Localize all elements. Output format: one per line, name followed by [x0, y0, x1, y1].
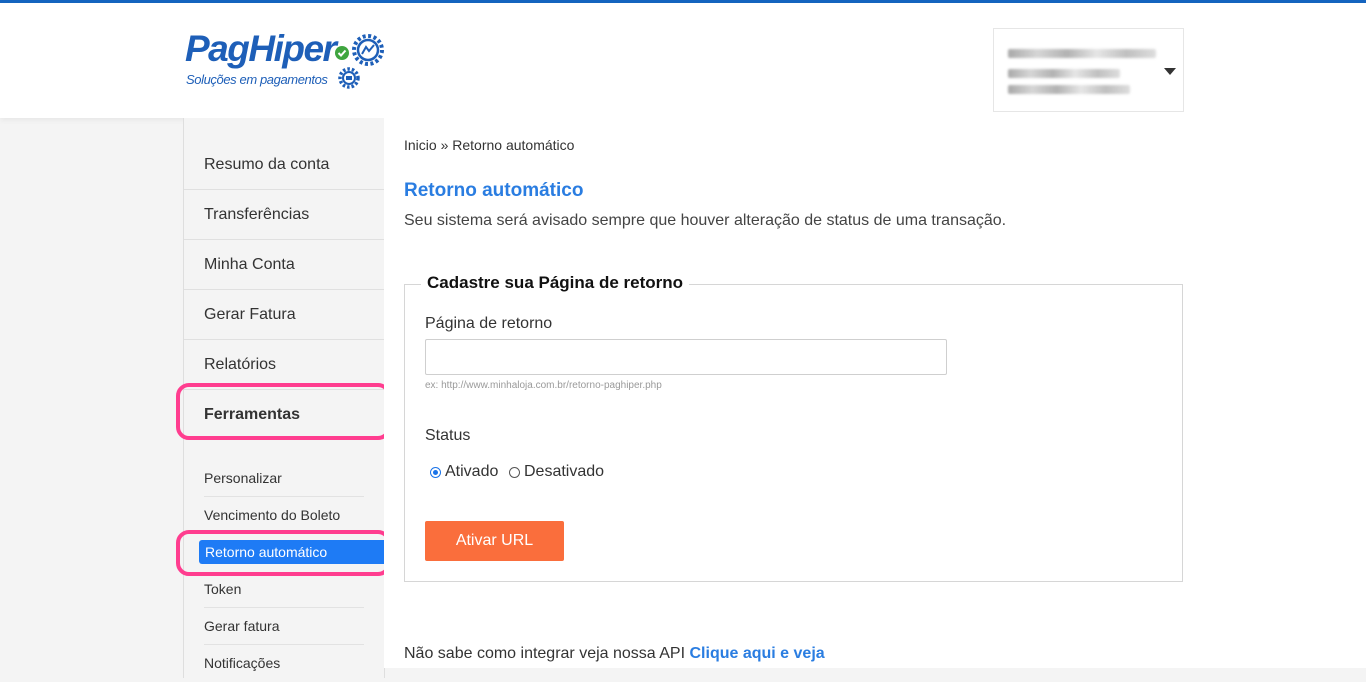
- sidebar-item-resumo-da-conta[interactable]: Resumo da conta: [184, 140, 384, 190]
- radio-unchecked-icon[interactable]: [509, 466, 520, 478]
- paghiper-logo[interactable]: PagHiper Soluções em pagamentos: [185, 29, 395, 99]
- page-description: Seu sistema será avisado sempre que houv…: [404, 212, 1007, 229]
- url-field-label: Página de retorno: [425, 315, 553, 332]
- page-title: Retorno automático: [404, 180, 584, 201]
- logo-wordmark: PagHiper: [185, 28, 337, 69]
- status-option-desativado-label: Desativado: [524, 463, 605, 480]
- status-option-desativado[interactable]: Desativado: [509, 463, 604, 481]
- header: PagHiper Soluções em pagamentos: [0, 3, 1366, 118]
- user-account-menu[interactable]: [993, 28, 1184, 112]
- return-url-input[interactable]: [425, 339, 947, 375]
- sidebar-subitem-vencimento-do-boleto[interactable]: Vencimento do Boleto: [204, 497, 364, 534]
- highlight-annotation-retorno-automatico: [176, 530, 391, 576]
- sidebar-subitem-token[interactable]: Token: [204, 571, 364, 608]
- chevron-down-icon[interactable]: [1164, 68, 1176, 75]
- logo-tagline: Soluções em pagamentos: [186, 72, 328, 87]
- sidebar-subitem-personalizar[interactable]: Personalizar: [204, 460, 364, 497]
- return-page-form: Cadastre sua Página de retorno Página de…: [404, 273, 1183, 582]
- api-help-text: Não sabe como integrar veja nossa API Cl…: [404, 645, 825, 663]
- status-option-ativado-label: Ativado: [445, 463, 499, 480]
- sidebar-item-gerar-fatura[interactable]: Gerar Fatura: [184, 290, 384, 340]
- status-label: Status: [425, 427, 471, 444]
- activate-url-button[interactable]: Ativar URL: [425, 521, 564, 561]
- sidebar-subitem-gerar-fatura[interactable]: Gerar fatura: [204, 608, 364, 645]
- blurred-user-name: [1008, 49, 1156, 58]
- blurred-user-id: [1008, 69, 1120, 78]
- sidebar-subitem-notificacoes[interactable]: Notificações: [204, 645, 364, 682]
- url-field-hint: ex: http://www.minhaloja.com.br/retorno-…: [425, 380, 662, 391]
- radio-checked-icon[interactable]: [430, 466, 441, 478]
- api-help-label: Não sabe como integrar veja nossa API: [404, 645, 686, 662]
- status-option-ativado[interactable]: Ativado: [430, 463, 498, 481]
- highlight-annotation-ferramentas: [176, 383, 391, 440]
- breadcrumb: Inicio » Retorno automático: [404, 137, 575, 153]
- form-legend: Cadastre sua Página de retorno: [421, 273, 690, 293]
- main-content: Inicio » Retorno automático Retorno auto…: [384, 118, 1366, 668]
- gears-icon: [335, 34, 384, 89]
- api-docs-link[interactable]: Clique aqui e veja: [690, 645, 825, 662]
- blurred-user-email: [1008, 85, 1130, 94]
- sidebar-item-minha-conta[interactable]: Minha Conta: [184, 240, 384, 290]
- sidebar-item-transferencias[interactable]: Transferências: [184, 190, 384, 240]
